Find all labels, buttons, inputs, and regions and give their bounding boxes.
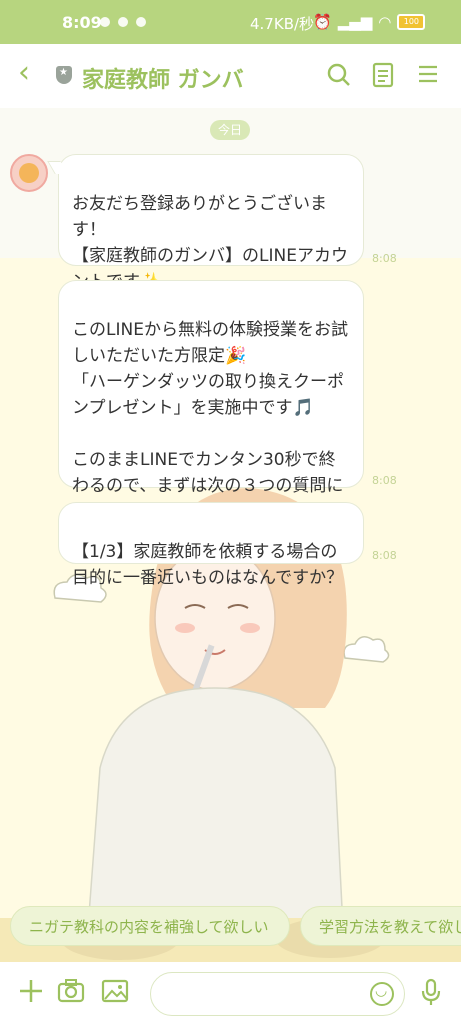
notes-icon[interactable]: [369, 62, 397, 90]
chevron-left-icon[interactable]: ‹: [18, 58, 30, 88]
message-text: お友だち登録ありがとうございます！ 【家庭教師のガンバ】のLINEアカウントです…: [72, 194, 348, 292]
lion-icon: [19, 163, 39, 183]
date-label: 今日: [210, 120, 250, 140]
message-bubble[interactable]: お友だち登録ありがとうございます！ 【家庭教師のガンバ】のLINEアカウントです…: [58, 154, 364, 292]
signal-icon: ▂▄▆: [337, 13, 373, 31]
chat-area[interactable]: 今日 お友だち登録ありがとうございます！ 【家庭教師のガンバ】のLINEアカウン…: [0, 108, 461, 962]
alarm-icon: ⏰: [313, 13, 332, 31]
search-icon[interactable]: [325, 62, 353, 90]
message-input-bar: [0, 962, 461, 1024]
emoji-icon[interactable]: [370, 982, 394, 1006]
quick-reply-bar: ニガテ教科の内容を補強して欲しい 学習方法を教えて欲しい: [0, 904, 461, 948]
notification-icon: [100, 17, 110, 27]
message-bubble[interactable]: 【1/3】家庭教師を依頼する場合の目的に一番近いものはなんですか？: [58, 502, 364, 588]
battery-icon: 100: [397, 14, 426, 30]
message-time: 8:08: [372, 549, 397, 562]
line-chat-screen: 8:09 4.7KB/秒 ⏰ ▂▄▆ ◠ 100 ‹ 家庭教師 ガンバ: [0, 0, 461, 1024]
notification-icon: [118, 17, 128, 27]
camera-icon[interactable]: [56, 978, 86, 1008]
message-text: 【1/3】家庭教師を依頼する場合の目的に一番近いものはなんですか？: [72, 542, 344, 588]
status-bar: 8:09 4.7KB/秒 ⏰ ▂▄▆ ◠ 100: [0, 0, 461, 44]
microphone-icon[interactable]: [416, 978, 446, 1008]
status-time: 8:09: [62, 13, 102, 32]
message-time: 8:08: [372, 474, 397, 487]
quick-reply-chip[interactable]: 学習方法を教えて欲しい: [300, 906, 461, 946]
message-time: 8:08: [372, 252, 397, 265]
message-input[interactable]: [165, 982, 369, 1008]
menu-icon[interactable]: [414, 62, 442, 90]
quick-reply-chip[interactable]: ニガテ教科の内容を補強して欲しい: [10, 906, 290, 946]
system-icons: ⏰ ▂▄▆ ◠ 100: [313, 13, 426, 31]
account-avatar[interactable]: [10, 154, 48, 192]
plus-icon[interactable]: [16, 978, 46, 1008]
message-bubble[interactable]: このLINEから無料の体験授業をお試しいただいた方限定🎉 「ハーゲンダッツの取り…: [58, 280, 364, 522]
message-input-field[interactable]: [150, 972, 405, 1016]
chat-title[interactable]: 家庭教師 ガンバ: [82, 62, 244, 94]
chat-header: ‹ 家庭教師 ガンバ: [0, 44, 461, 109]
network-speed: 4.7KB/秒: [250, 15, 315, 33]
message-text: このLINEから無料の体験授業をお試しいただいた方限定🎉 「ハーゲンダッツの取り…: [72, 320, 348, 522]
wifi-icon: ◠: [378, 13, 392, 31]
image-icon[interactable]: [100, 978, 130, 1008]
notification-icon: [136, 17, 146, 27]
official-account-icon: [56, 66, 72, 84]
notification-icons: [100, 17, 146, 27]
